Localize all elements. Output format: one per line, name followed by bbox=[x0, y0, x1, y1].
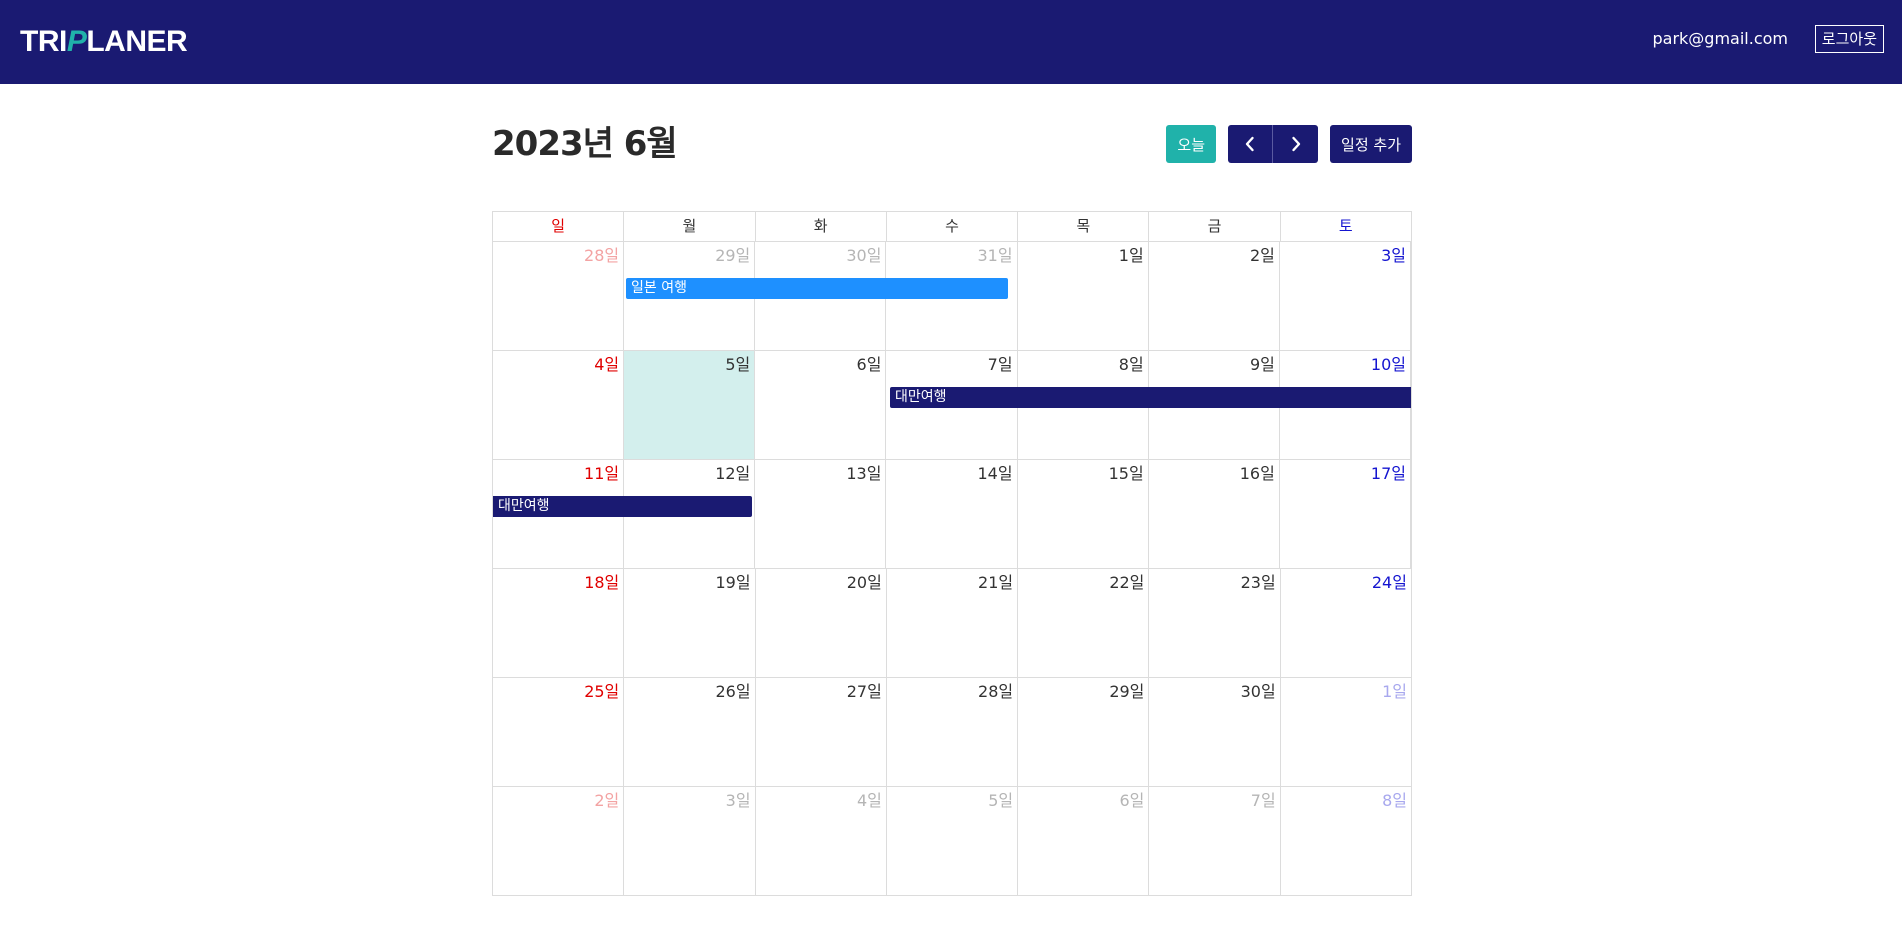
next-month-button[interactable] bbox=[1273, 125, 1319, 163]
week-row: 25일 26일 27일 28일 29일 30일 1일 bbox=[493, 678, 1411, 787]
day-cell[interactable]: 4일 bbox=[493, 351, 625, 459]
event-bar[interactable]: 일본 여행 bbox=[626, 278, 1008, 299]
day-cell[interactable]: 27일 bbox=[756, 678, 887, 786]
week-row: 2일 3일 4일 5일 6일 7일 8일 bbox=[493, 787, 1411, 895]
day-cell[interactable]: 15일 bbox=[1018, 460, 1149, 568]
day-cell[interactable]: 2일 bbox=[493, 787, 625, 895]
logo-text-laner: LANER bbox=[86, 25, 188, 58]
day-cell[interactable]: 19일 bbox=[624, 569, 756, 677]
add-schedule-button[interactable]: 일정 추가 bbox=[1330, 125, 1412, 163]
top-navbar: TRIPLANER park@gmail.com 로그아웃 bbox=[0, 0, 1902, 84]
weekday-sun: 일 bbox=[493, 212, 625, 241]
day-cell[interactable]: 18일 bbox=[493, 569, 625, 677]
app-logo[interactable]: TRIPLANER bbox=[20, 25, 188, 59]
calendar-title: 2023년 6월 bbox=[492, 124, 678, 164]
logo-text-accent: P bbox=[66, 25, 87, 58]
day-cell[interactable]: 1일 bbox=[1281, 678, 1411, 786]
event-bar[interactable]: 대만여행 bbox=[493, 496, 752, 517]
day-cell[interactable]: 21일 bbox=[887, 569, 1019, 677]
day-cell[interactable]: 24일 bbox=[1281, 569, 1411, 677]
day-cell[interactable]: 6일 bbox=[755, 351, 887, 459]
prev-month-button[interactable] bbox=[1228, 125, 1274, 163]
day-cell[interactable]: 5일 bbox=[887, 787, 1019, 895]
today-day-cell[interactable]: 5일 bbox=[624, 351, 756, 459]
day-cell[interactable]: 3일 bbox=[1280, 242, 1411, 350]
day-cell[interactable]: 14일 bbox=[886, 460, 1018, 568]
day-cell[interactable]: 6일 bbox=[1018, 787, 1150, 895]
week-row: 18일 19일 20일 21일 22일 23일 24일 bbox=[493, 569, 1411, 678]
day-cell[interactable]: 25일 bbox=[493, 678, 625, 786]
chevron-right-icon bbox=[1291, 136, 1300, 152]
week-row: 28일 29일 30일 31일 1일 2일 3일 일본 여행 bbox=[493, 242, 1411, 351]
weekday-sat: 토 bbox=[1338, 217, 1353, 235]
day-cell[interactable]: 28일 bbox=[887, 678, 1019, 786]
week-row: 11일 12일 13일 14일 15일 16일 17일 대만여행 bbox=[493, 460, 1411, 569]
weekday-thu: 목 bbox=[1018, 212, 1150, 241]
weekday-header-row: 일 월 화 수 목 금 토 bbox=[493, 212, 1411, 242]
calendar-toolbar: 오늘 일정 추가 bbox=[1166, 125, 1412, 163]
day-cell[interactable]: 8일 bbox=[1281, 787, 1411, 895]
day-cell[interactable]: 4일 bbox=[756, 787, 887, 895]
day-cell[interactable]: 16일 bbox=[1149, 460, 1280, 568]
week-row: 4일 5일 6일 7일 8일 9일 10일 대만여행 bbox=[493, 351, 1411, 460]
day-cell[interactable]: 23일 bbox=[1149, 569, 1281, 677]
weekday-fri: 금 bbox=[1149, 212, 1281, 241]
day-cell[interactable]: 22일 bbox=[1018, 569, 1150, 677]
day-cell[interactable]: 1일 bbox=[1018, 242, 1149, 350]
day-cell[interactable]: 29일 bbox=[1018, 678, 1150, 786]
chevron-left-icon bbox=[1245, 136, 1254, 152]
logo-text-tri: TRI bbox=[20, 25, 67, 58]
day-cell[interactable]: 30일 bbox=[1149, 678, 1281, 786]
day-cell[interactable]: 2일 bbox=[1149, 242, 1280, 350]
day-cell[interactable]: 13일 bbox=[755, 460, 887, 568]
day-cell[interactable]: 17일 bbox=[1280, 460, 1411, 568]
today-button[interactable]: 오늘 bbox=[1166, 125, 1217, 163]
month-nav-group bbox=[1228, 125, 1319, 163]
user-email: park@gmail.com bbox=[1652, 29, 1789, 48]
weekday-wed: 수 bbox=[887, 212, 1019, 241]
day-cell[interactable]: 20일 bbox=[756, 569, 887, 677]
month-grid: 일 월 화 수 목 금 토 28일 29일 30일 31일 1일 2일 3일 일… bbox=[492, 211, 1412, 896]
weekday-mon: 월 bbox=[624, 212, 756, 241]
day-cell[interactable]: 3일 bbox=[624, 787, 756, 895]
weekday-tue: 화 bbox=[756, 212, 887, 241]
logout-button[interactable]: 로그아웃 bbox=[1814, 25, 1884, 53]
day-cell[interactable]: 28일 bbox=[493, 242, 625, 350]
event-bar[interactable]: 대만여행 bbox=[890, 387, 1411, 408]
day-cell[interactable]: 7일 bbox=[1149, 787, 1281, 895]
day-cell[interactable]: 26일 bbox=[624, 678, 756, 786]
